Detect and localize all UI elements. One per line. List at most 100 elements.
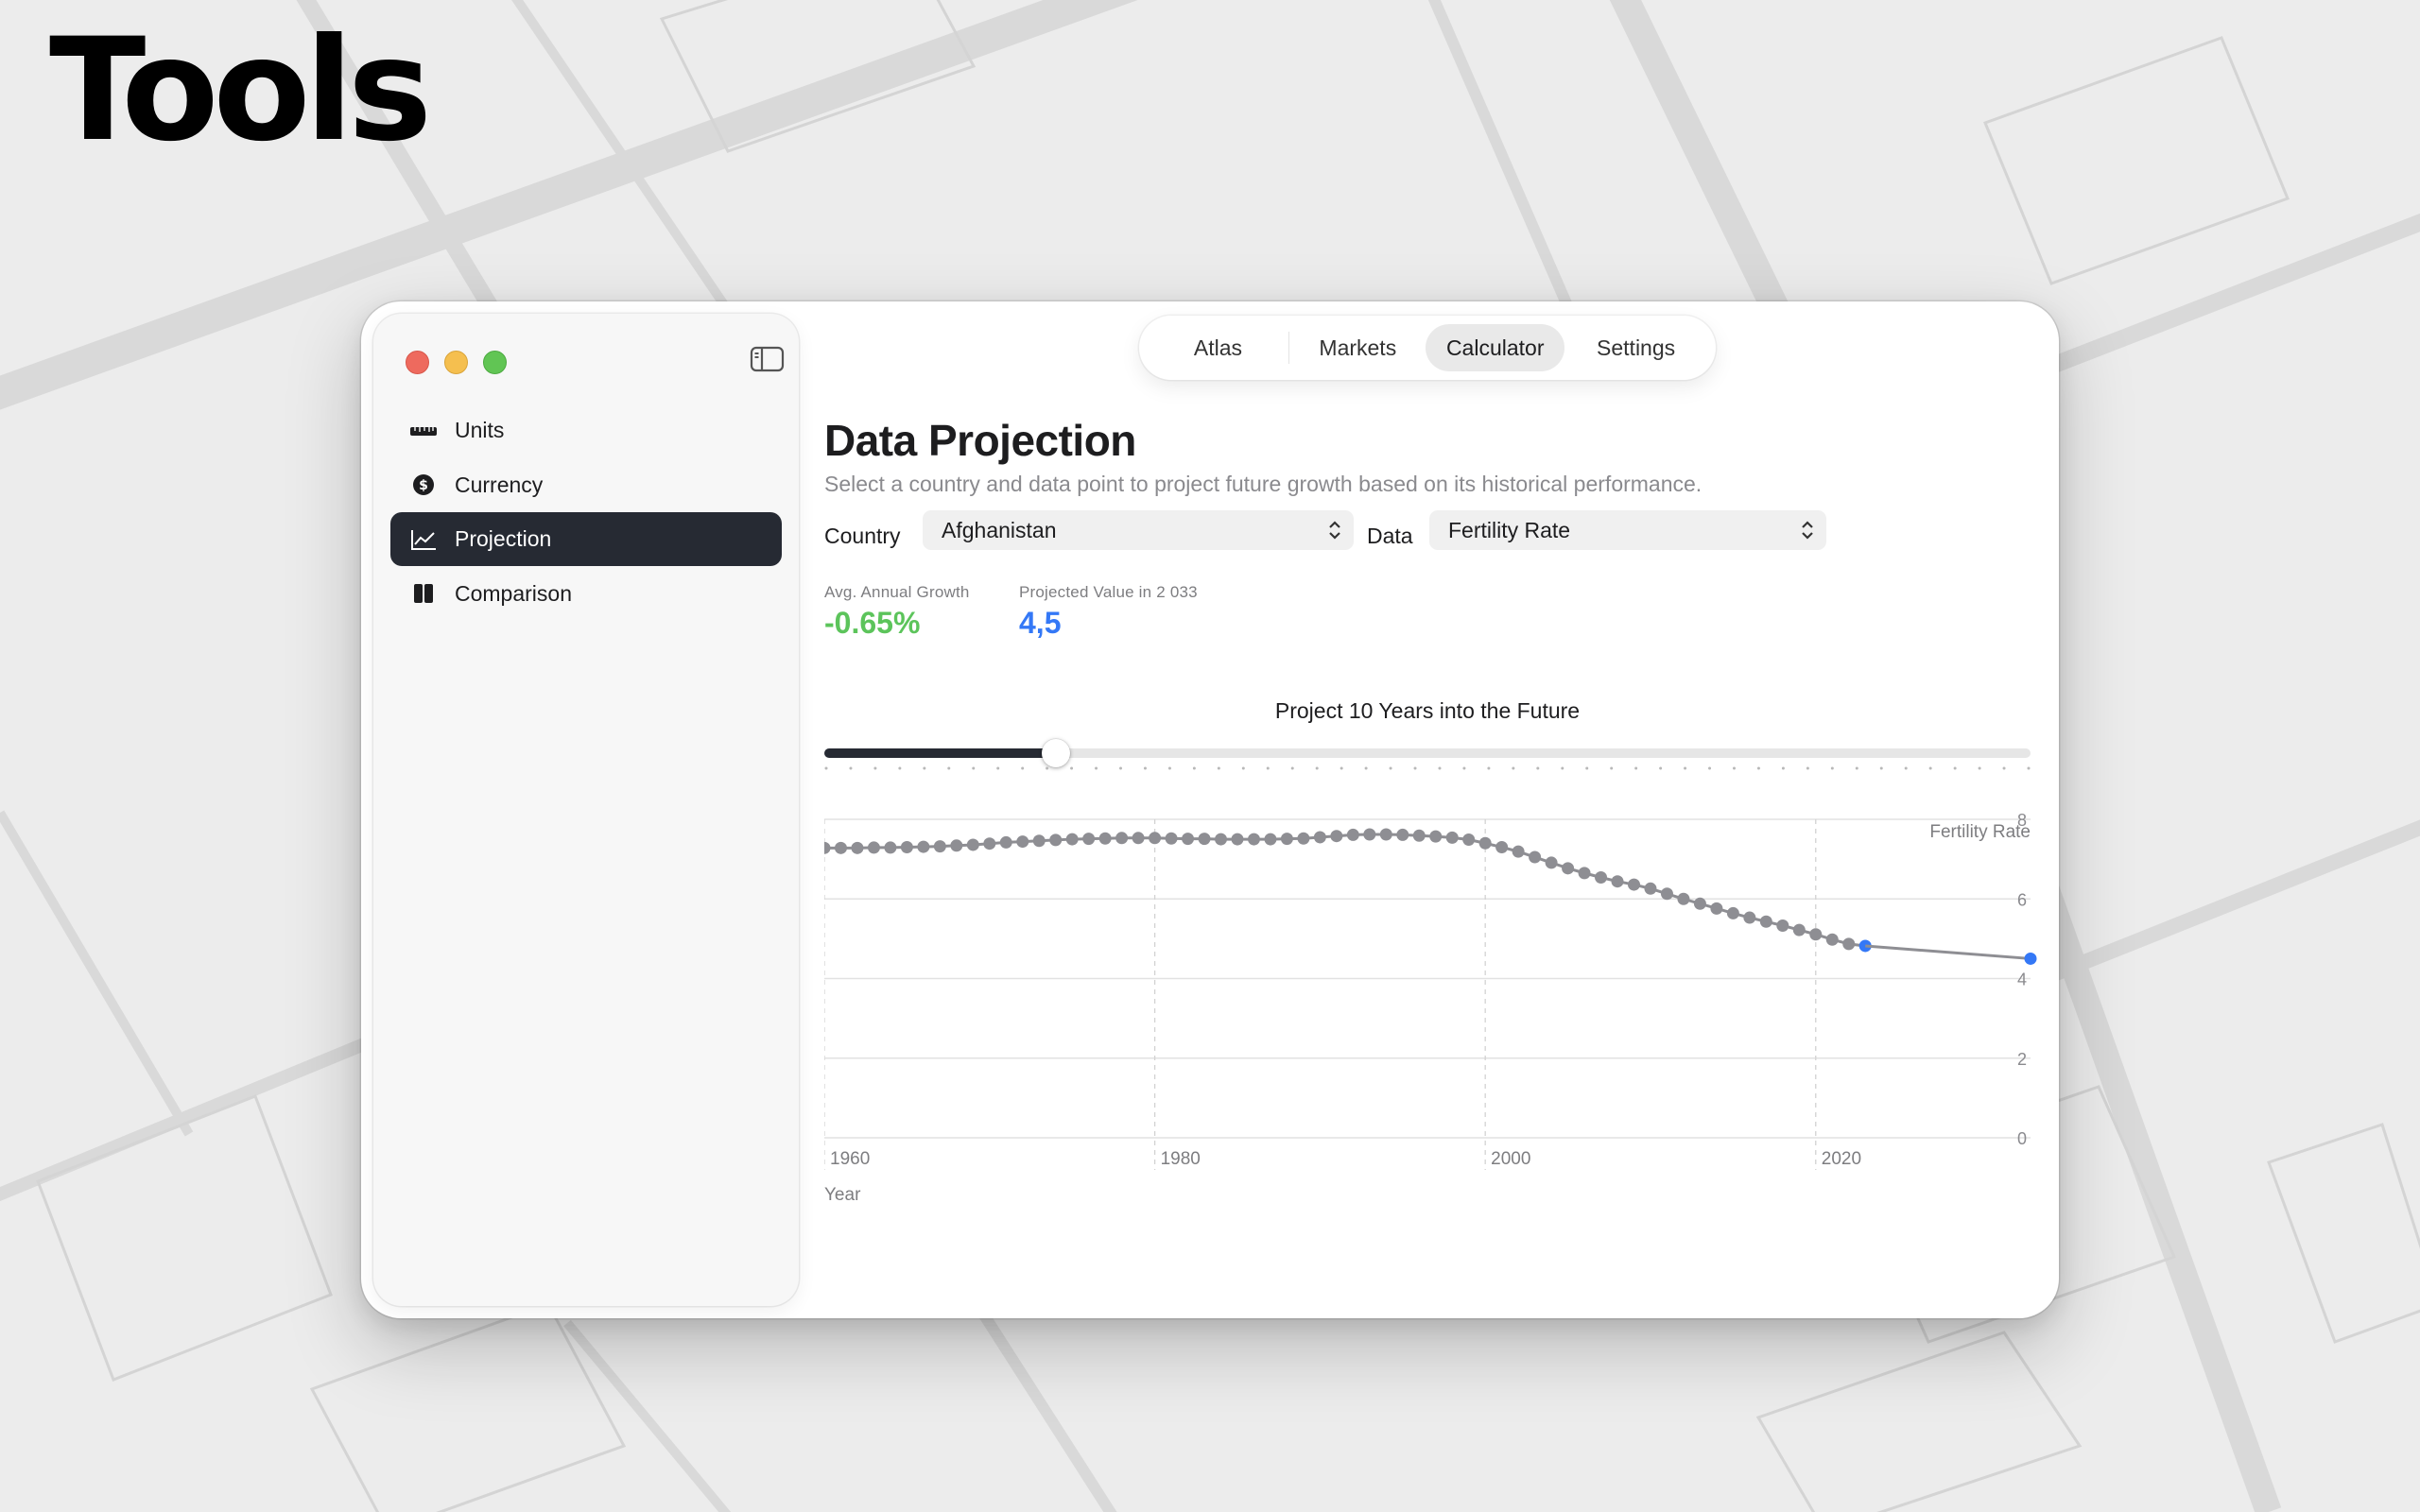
slider-tick	[1438, 766, 1442, 770]
historical-data-point	[1297, 832, 1310, 845]
historical-data-point	[1429, 830, 1443, 843]
data-select-value: Fertility Rate	[1448, 517, 1571, 542]
sidebar-item-label: Units	[455, 418, 505, 442]
historical-data-point	[1082, 833, 1096, 846]
slider-tick	[1389, 766, 1392, 770]
projected-value: 4,5	[1019, 606, 1062, 640]
historical-data-point	[1182, 833, 1195, 846]
country-select[interactable]: Afghanistan	[923, 510, 1354, 550]
projection-series-line	[1865, 944, 2031, 960]
slider-tick	[849, 766, 853, 770]
close-window-button[interactable]	[406, 351, 429, 374]
historical-data-point	[1396, 828, 1409, 841]
historical-data-point	[1677, 892, 1690, 905]
historical-data-point	[1495, 840, 1509, 853]
historical-data-point	[1363, 828, 1376, 841]
page-title: Data Projection	[824, 416, 1136, 465]
historical-data-point	[1149, 832, 1162, 845]
historical-data-point	[851, 841, 864, 854]
historical-data-point	[1809, 928, 1823, 941]
slider-knob[interactable]	[1042, 739, 1070, 767]
historical-data-point	[950, 839, 963, 852]
hero-title: Tools	[49, 9, 432, 173]
slider-tick	[1217, 766, 1220, 770]
slider-tick	[1266, 766, 1270, 770]
slider-tick	[1462, 766, 1466, 770]
slider-tick	[1830, 766, 1834, 770]
sidebar-item-label: Comparison	[455, 580, 572, 606]
historical-series-line	[824, 833, 1866, 948]
x-tick-label: 1980	[1161, 1149, 1201, 1169]
historical-data-point	[1595, 871, 1608, 885]
slider-tick	[1021, 766, 1025, 770]
slider-tick	[1708, 766, 1712, 770]
historical-data-point	[1478, 836, 1492, 850]
slider-tick	[2002, 766, 2006, 770]
slider-tick	[1046, 766, 1049, 770]
slider-tick	[1413, 766, 1417, 770]
country-label: Country	[824, 524, 901, 548]
historical-data-point	[884, 841, 897, 854]
slider-title: Project 10 Years into the Future	[1274, 698, 1581, 723]
slider-tick	[898, 766, 902, 770]
sidebar-item-currency[interactable]: $ Currency	[390, 458, 782, 512]
sidebar-item-units[interactable]: Units	[390, 404, 782, 457]
historical-data-point	[1710, 902, 1723, 915]
historical-data-point	[1132, 832, 1145, 845]
slider-tick	[1855, 766, 1858, 770]
slider-tick	[1290, 766, 1294, 770]
projected-label: Projected Value in 2 033	[1019, 583, 1198, 601]
historical-data-point	[1065, 833, 1079, 846]
historical-data-point	[1445, 831, 1459, 844]
historical-data-point	[1215, 833, 1228, 846]
slider-tick	[1756, 766, 1760, 770]
slider-tick	[1143, 766, 1147, 770]
historical-data-point	[1346, 828, 1359, 841]
sidebar-item-label: Currency	[455, 472, 544, 497]
svg-text:$: $	[419, 478, 428, 493]
historical-data-point	[1313, 831, 1326, 844]
slider-tick	[1781, 766, 1785, 770]
minimize-window-button[interactable]	[444, 351, 468, 374]
slider-tick	[1119, 766, 1123, 770]
historical-data-point	[1627, 878, 1640, 891]
projection-years-slider[interactable]	[824, 739, 2031, 767]
data-select[interactable]: Fertility Rate	[1429, 510, 1826, 550]
slider-tick	[1732, 766, 1736, 770]
y-tick-label: 0	[2017, 1129, 2027, 1148]
historical-data-point	[1776, 919, 1789, 932]
slider-ticks	[824, 766, 2031, 770]
slider-tick	[1978, 766, 1981, 770]
sidebar-item-projection[interactable]: Projection	[390, 512, 782, 567]
sidebar-toggle-button[interactable]	[750, 345, 786, 373]
historical-data-point	[933, 840, 946, 853]
slider-tick	[1684, 766, 1687, 770]
growth-label: Avg. Annual Growth	[824, 583, 970, 601]
sidebar-item-comparison[interactable]: Comparison	[390, 567, 782, 621]
slider-tick	[1879, 766, 1883, 770]
slider-fill	[824, 748, 1051, 758]
historical-data-point	[1049, 833, 1063, 847]
historical-data-point	[1280, 833, 1293, 846]
historical-data-point	[917, 840, 930, 853]
fertility-rate-chart: 024681960 1980 2000 2020Fertility RateYear	[824, 811, 2037, 1205]
slider-tick	[1512, 766, 1515, 770]
app-window: Units $ Currency Projection Comparison A…	[361, 301, 2059, 1318]
historical-data-point	[1611, 875, 1624, 888]
historical-data-point	[1165, 832, 1178, 845]
x-tick-label: 2000	[1491, 1149, 1530, 1169]
historical-data-point	[900, 840, 913, 853]
line-chart-icon	[409, 525, 438, 554]
historical-data-point	[834, 841, 847, 854]
historical-data-point	[1825, 933, 1839, 946]
slider-tick	[923, 766, 926, 770]
historical-data-point	[1545, 856, 1558, 869]
slider-tick	[1364, 766, 1368, 770]
chevron-up-down-icon	[1329, 521, 1340, 540]
historical-data-point	[1098, 832, 1112, 845]
slider-tick	[1585, 766, 1589, 770]
historical-data-point	[1529, 850, 1542, 864]
zoom-window-button[interactable]	[483, 351, 507, 374]
slider-tick	[1487, 766, 1491, 770]
historical-data-point	[999, 835, 1012, 849]
